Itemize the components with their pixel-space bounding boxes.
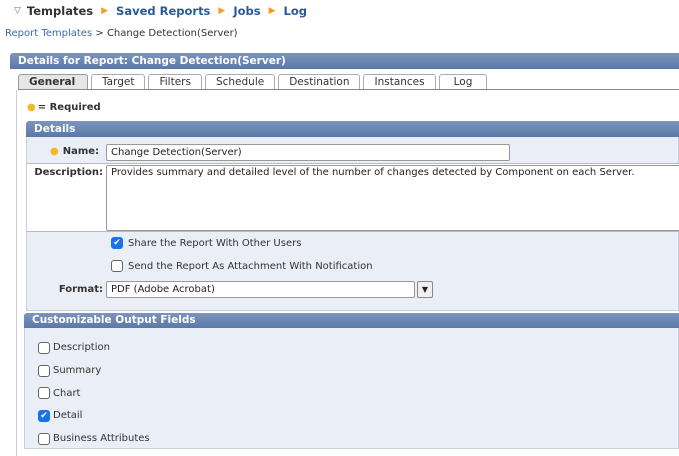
share-report-option[interactable]: ✔ Share the Report With Other Users xyxy=(111,237,301,249)
output-field-business-attributes[interactable]: Business Attributes xyxy=(38,427,150,450)
checkbox[interactable]: ✔ xyxy=(38,409,50,422)
name-label: ● Name: xyxy=(50,146,99,157)
output-field-chart[interactable]: Chart xyxy=(38,382,150,404)
nav-templates[interactable]: Templates xyxy=(27,4,93,18)
attachment-label: Send the Report As Attachment With Notif… xyxy=(128,260,373,272)
output-field-detail[interactable]: ✔ Detail xyxy=(38,404,150,427)
checkbox[interactable] xyxy=(38,432,50,445)
collapse-triangle-icon[interactable]: ▽ xyxy=(14,6,21,16)
tab-filters[interactable]: Filters xyxy=(148,74,202,90)
field-label: Chart xyxy=(53,387,81,399)
breadcrumb-separator: > xyxy=(95,28,104,39)
field-label: Summary xyxy=(53,365,102,376)
description-label: Description: xyxy=(34,167,103,178)
name-input[interactable] xyxy=(106,144,510,161)
tab-instances[interactable]: Instances xyxy=(363,74,436,90)
tab-target[interactable]: Target xyxy=(91,74,146,90)
tab-destination[interactable]: Destination xyxy=(278,74,361,90)
checkbox[interactable] xyxy=(38,364,50,377)
share-checkbox[interactable]: ✔ xyxy=(111,237,123,249)
tab-schedule[interactable]: Schedule xyxy=(204,74,276,90)
tab-general[interactable]: General xyxy=(18,74,88,90)
output-fields-list: Description Summary Chart ✔ Detail Busine… xyxy=(38,336,150,450)
required-dot-icon: ● xyxy=(27,102,36,113)
content-border xyxy=(16,90,17,456)
tab-log[interactable]: Log xyxy=(438,74,488,90)
attachment-checkbox[interactable] xyxy=(111,260,123,272)
required-dot-icon: ● xyxy=(50,146,59,157)
tab-divider xyxy=(18,89,679,90)
page-title: Details for Report: Change Detection(Ser… xyxy=(10,53,679,69)
field-label: Business Attributes xyxy=(53,433,150,444)
arrow-icon: ▶ xyxy=(268,6,276,16)
breadcrumb-current: Change Detection(Server) xyxy=(106,28,238,39)
arrow-icon: ▶ xyxy=(101,6,109,16)
output-field-description[interactable]: Description xyxy=(38,336,150,359)
send-attachment-option[interactable]: Send the Report As Attachment With Notif… xyxy=(111,260,373,272)
checkbox[interactable] xyxy=(38,341,50,354)
top-navigation: ▽ Templates ▶ Saved Reports ▶ Jobs ▶ Log xyxy=(14,4,307,18)
format-label: Format: xyxy=(58,284,103,295)
nav-log[interactable]: Log xyxy=(284,4,307,18)
chevron-down-icon[interactable]: ▼ xyxy=(417,281,433,298)
output-field-summary[interactable]: Summary xyxy=(38,359,150,382)
details-section-header: Details xyxy=(26,121,679,137)
name-label-text: Name: xyxy=(62,146,100,157)
field-label: Detail xyxy=(53,410,83,421)
nav-saved-reports[interactable]: Saved Reports xyxy=(116,4,210,18)
arrow-icon: ▶ xyxy=(218,6,226,16)
required-note-text: = Required xyxy=(37,102,101,113)
share-label: Share the Report With Other Users xyxy=(128,237,302,249)
nav-jobs[interactable]: Jobs xyxy=(233,4,260,18)
checkbox[interactable] xyxy=(38,387,50,399)
required-note: ● = Required xyxy=(27,102,101,113)
description-textarea[interactable]: Provides summary and detailed level of t… xyxy=(106,165,679,231)
format-select[interactable]: PDF (Adobe Acrobat) xyxy=(106,281,415,298)
tab-bar: General Target Filters Schedule Destinat… xyxy=(18,74,490,90)
output-fields-header: Customizable Output Fields xyxy=(24,313,679,328)
field-label: Description xyxy=(53,342,110,353)
breadcrumb-report-templates[interactable]: Report Templates xyxy=(5,28,92,39)
breadcrumb: Report Templates > Change Detection(Serv… xyxy=(5,28,238,39)
